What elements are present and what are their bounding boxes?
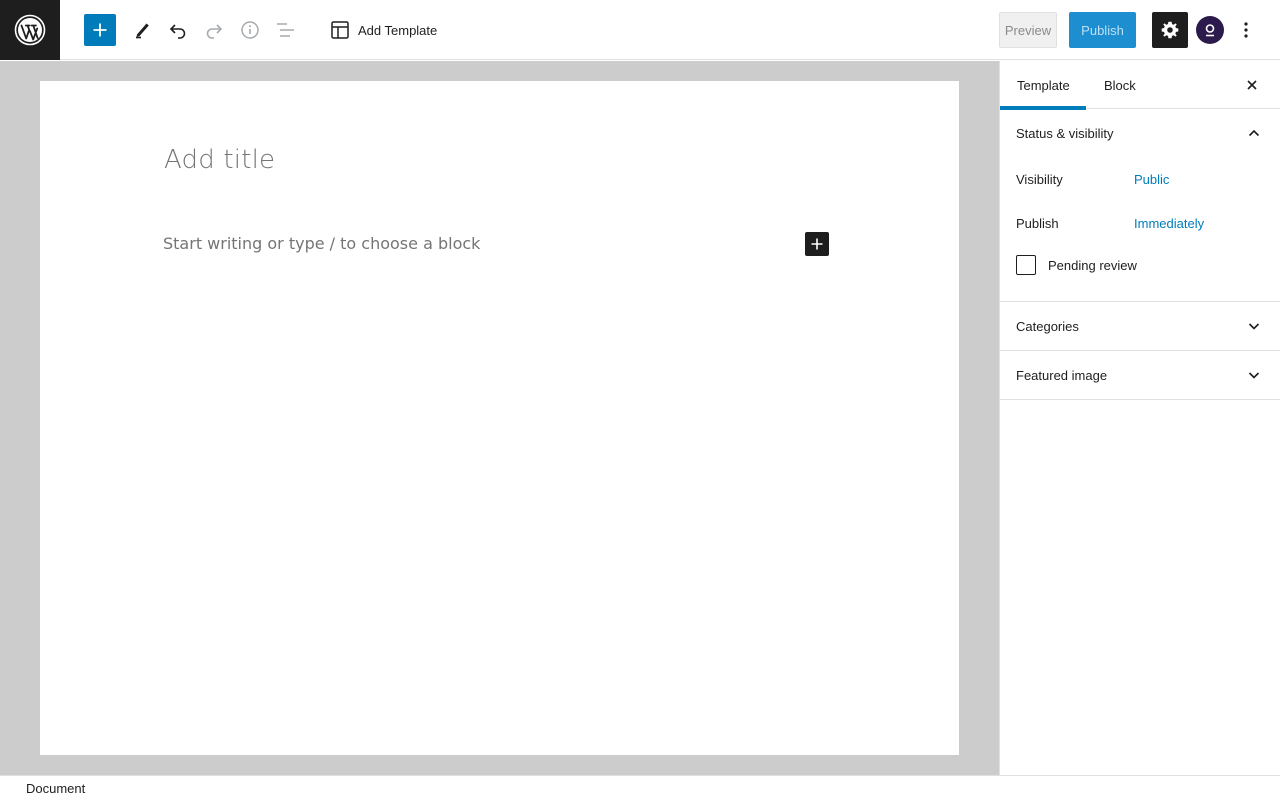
settings-sidebar: Template Block Status & visibility Visib…: [999, 61, 1280, 775]
tab-template[interactable]: Template: [1000, 61, 1087, 110]
wordpress-icon: [14, 14, 46, 46]
pending-review-label[interactable]: Pending review: [1048, 258, 1137, 273]
chevron-up-icon: [1248, 129, 1260, 137]
status-visibility-panel: Status & visibility Visibility Public Pu…: [1000, 109, 1280, 302]
categories-toggle[interactable]: Categories: [1000, 302, 1280, 350]
editor-canvas[interactable]: Add title Start writing or type / to cho…: [40, 81, 959, 755]
plus-icon: [811, 238, 823, 250]
status-visibility-toggle[interactable]: Status & visibility: [1000, 109, 1280, 157]
inline-block-inserter-button[interactable]: [805, 232, 829, 256]
close-icon: [1247, 80, 1257, 90]
editor-header: Add Template Preview Publish: [0, 0, 1280, 60]
redo-icon: [206, 24, 223, 39]
default-block-appender[interactable]: Start writing or type / to choose a bloc…: [163, 234, 480, 253]
plugin-button[interactable]: [1196, 16, 1224, 44]
plugin-icon: [1205, 24, 1215, 37]
tools-button[interactable]: [124, 12, 160, 48]
list-view-icon: [277, 23, 294, 37]
pending-review-row: Pending review: [1016, 245, 1264, 285]
details-button[interactable]: [232, 12, 268, 48]
settings-button[interactable]: [1152, 12, 1188, 48]
editor-canvas-area: Add title Start writing or type / to cho…: [0, 61, 999, 775]
visibility-row: Visibility Public: [1016, 157, 1264, 201]
publish-button[interactable]: Publish: [1069, 12, 1136, 48]
redo-button[interactable]: [196, 12, 232, 48]
undo-button[interactable]: [160, 12, 196, 48]
visibility-toggle[interactable]: Public: [1134, 172, 1169, 187]
pencil-icon: [136, 23, 149, 39]
categories-panel: Categories: [1000, 302, 1280, 351]
publish-date-toggle[interactable]: Immediately: [1134, 216, 1204, 231]
tab-block[interactable]: Block: [1087, 61, 1153, 109]
block-breadcrumb-bar: Document: [0, 775, 1280, 800]
plus-icon: [93, 23, 107, 37]
block-inserter-button[interactable]: [84, 14, 116, 46]
status-visibility-body: Visibility Public Publish Immediately Pe…: [1000, 157, 1280, 301]
preview-button[interactable]: Preview: [999, 12, 1057, 48]
close-sidebar-button[interactable]: [1240, 73, 1264, 97]
template-icon: [331, 21, 349, 39]
document-title-label: Add Template: [358, 22, 438, 38]
gear-icon: [1161, 21, 1179, 39]
panel-title: Status & visibility: [1016, 125, 1114, 141]
panel-title: Featured image: [1016, 367, 1108, 383]
featured-image-panel: Featured image: [1000, 351, 1280, 400]
wordpress-logo[interactable]: [0, 0, 60, 60]
chevron-down-icon: [1248, 372, 1260, 379]
list-view-button[interactable]: [268, 12, 304, 48]
breadcrumb-document[interactable]: Document: [26, 781, 85, 796]
panel-title: Categories: [1016, 318, 1079, 334]
post-title-input[interactable]: Add title: [164, 145, 275, 175]
sidebar-tabs: Template Block: [1000, 61, 1280, 110]
featured-image-toggle[interactable]: Featured image: [1000, 351, 1280, 399]
options-menu-button[interactable]: [1232, 12, 1260, 48]
info-icon: [241, 21, 259, 39]
publish-label: Publish: [1016, 215, 1059, 231]
pending-review-checkbox[interactable]: [1016, 255, 1036, 275]
visibility-label: Visibility: [1016, 171, 1063, 187]
undo-icon: [169, 24, 186, 39]
chevron-down-icon: [1248, 323, 1260, 330]
publish-row: Publish Immediately: [1016, 201, 1264, 245]
document-title-button[interactable]: Add Template: [322, 12, 445, 48]
more-vertical-icon: [1244, 22, 1248, 38]
